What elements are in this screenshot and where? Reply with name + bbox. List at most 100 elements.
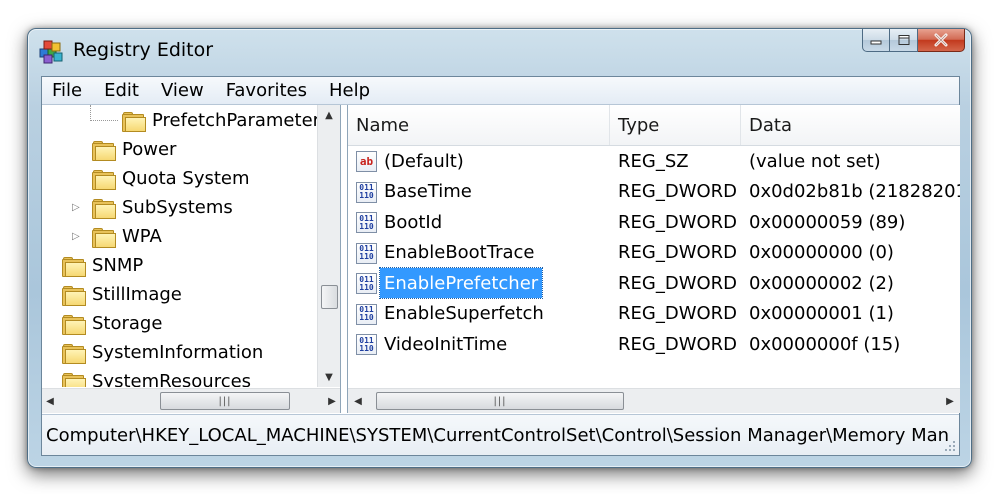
caption-buttons [862, 29, 965, 53]
value-data: (value not set) [749, 150, 881, 172]
column-header-data[interactable]: Data [741, 105, 960, 145]
value-data: 0x0000000f (15) [749, 333, 901, 355]
icon-glyph: 011 110 [359, 183, 374, 200]
tree-connector-line [90, 120, 118, 121]
value-name: VideoInitTime [384, 333, 508, 355]
tree-node[interactable]: SystemInformation [62, 338, 263, 367]
tree-node-label: SystemInformation [92, 342, 264, 363]
menu-view-label: View [160, 80, 204, 101]
tree-node-label: PrefetchParameters [152, 110, 318, 131]
value-name: EnableSuperfetch [384, 303, 544, 324]
tree-node[interactable]: SystemResources [62, 367, 251, 387]
list-horizontal-scroll-thumb[interactable]: ||| [376, 392, 624, 410]
value-type: REG_DWORD [618, 333, 738, 355]
tree-vertical-scrollbar[interactable]: ▲ ▼ [317, 105, 340, 387]
icon-glyph: 011 110 [359, 305, 374, 322]
scroll-right-arrow-icon[interactable]: ▶ [940, 391, 960, 411]
value-data: 0x00000000 (0) [749, 242, 894, 263]
tree-node[interactable]: SNMP [62, 251, 143, 280]
folder-icon [92, 140, 116, 161]
value-row[interactable]: 011 110 EnableBootTrace REG_DWORD 0x0000000… [348, 238, 960, 268]
icon-glyph: 011 110 [359, 213, 374, 231]
scroll-left-arrow-icon[interactable]: ◀ [42, 391, 58, 411]
tree-node[interactable]: Power [92, 135, 176, 164]
tree-node-label: SubSystems [122, 197, 233, 218]
title-bar[interactable]: Registry Editor [28, 29, 971, 73]
binary-value-icon: 011 110 [356, 273, 377, 294]
key-tree-pane[interactable]: PrefetchParameters Power Quota System SubSy… [42, 105, 341, 413]
value-data: 0x00000002 (2) [749, 272, 894, 294]
value-type: REG_DWORD [618, 272, 738, 294]
value-type: REG_DWORD [618, 242, 738, 263]
scroll-up-arrow-icon[interactable]: ▲ [318, 105, 340, 125]
column-header-type-label: Type [618, 114, 660, 136]
menu-view[interactable]: View [150, 80, 215, 101]
tree-node[interactable]: StillImage [62, 280, 182, 309]
menu-file-label: File [52, 80, 83, 101]
scroll-down-arrow-icon[interactable]: ▼ [318, 367, 340, 387]
client-area: File Edit View Favorites Help PrefetchPa… [41, 76, 960, 456]
tree-node-label: Storage [92, 313, 163, 334]
tree-node[interactable]: Storage [62, 309, 162, 338]
folder-icon [62, 343, 86, 364]
column-header-data-label: Data [749, 114, 792, 136]
column-header-name-label: Name [356, 114, 410, 136]
value-row[interactable]: 011 110 EnablePrefetcher REG_DWORD 0x000000… [348, 267, 960, 299]
value-data: 0x00000059 (89) [749, 211, 906, 233]
menu-help[interactable]: Help [318, 80, 381, 101]
tree-horizontal-scroll-thumb[interactable]: ||| [160, 392, 290, 410]
folder-icon [92, 169, 116, 190]
value-row[interactable]: ab (Default) REG_SZ (value not set) [348, 146, 960, 176]
value-row[interactable]: 011 110 VideoInitTime REG_DWORD 0x0000000f … [348, 329, 960, 359]
value-type: REG_DWORD [618, 303, 738, 324]
value-name: EnableBootTrace [384, 242, 535, 263]
folder-icon [92, 198, 116, 219]
column-header-name[interactable]: Name [348, 105, 610, 145]
key-path: Computer\HKEY_LOCAL_MACHINE\SYSTEM\Curre… [46, 425, 950, 446]
maximize-button[interactable] [890, 29, 918, 52]
value-row[interactable]: 011 110 EnableSuperfetch REG_DWORD 0x000000… [348, 299, 960, 329]
expand-arrow-icon[interactable]: ▷ [72, 203, 82, 213]
tree-horizontal-scrollbar[interactable]: ◀ ||| ▶ [42, 388, 340, 413]
menu-file[interactable]: File [42, 80, 93, 101]
menu-favorites[interactable]: Favorites [215, 80, 318, 101]
tree-node[interactable]: Quota System [92, 164, 250, 193]
icon-glyph: 011 110 [359, 274, 374, 292]
value-row[interactable]: 011 110 BootId REG_DWORD 0x00000059 (89) [348, 207, 960, 237]
minimize-icon [870, 40, 882, 45]
tree-node[interactable]: PrefetchParameters [122, 106, 318, 135]
column-header-type[interactable]: Type [610, 105, 741, 145]
folder-icon [92, 227, 116, 248]
scroll-right-arrow-icon[interactable]: ▶ [324, 391, 340, 411]
resize-grip-icon[interactable] [942, 438, 956, 452]
icon-glyph: ab [359, 154, 374, 168]
menu-favorites-label: Favorites [225, 80, 308, 101]
scroll-left-arrow-icon[interactable]: ◀ [348, 391, 368, 411]
tree-connector-line [90, 105, 91, 121]
close-button[interactable] [918, 29, 965, 52]
tree-node-label: StillImage [92, 284, 182, 305]
menu-edit[interactable]: Edit [93, 80, 150, 101]
status-bar: Computer\HKEY_LOCAL_MACHINE\SYSTEM\Curre… [42, 414, 959, 455]
value-name: BaseTime [384, 181, 472, 202]
minimize-button[interactable] [862, 29, 890, 52]
window-title: Registry Editor [73, 39, 214, 61]
icon-glyph: 011 110 [359, 244, 374, 261]
registry-editor-icon [39, 40, 63, 64]
folder-icon [62, 314, 86, 335]
value-type: REG_DWORD [618, 181, 738, 202]
value-name: BootId [384, 211, 443, 233]
key-tree: PrefetchParameters Power Quota System SubSy… [42, 105, 318, 387]
expand-arrow-icon[interactable]: ▷ [72, 232, 82, 242]
tree-node-label: Power [122, 139, 177, 160]
string-value-icon: ab [356, 151, 377, 172]
folder-icon [62, 256, 86, 277]
list-horizontal-scrollbar[interactable]: ◀ ||| ▶ [348, 388, 960, 413]
menu-bar: File Edit View Favorites Help [42, 77, 959, 105]
values-list-pane[interactable]: Name Type Data ab (Default) REG_SZ (value n… [347, 105, 960, 413]
tree-node[interactable]: SubSystems [92, 193, 233, 222]
value-row[interactable]: 011 110 BaseTime REG_DWORD 0x0d02b81b (2182… [348, 177, 960, 207]
tree-vertical-scroll-thumb[interactable] [321, 285, 338, 309]
tree-node[interactable]: WPA [92, 222, 162, 251]
tree-node-label: WPA [122, 226, 162, 247]
